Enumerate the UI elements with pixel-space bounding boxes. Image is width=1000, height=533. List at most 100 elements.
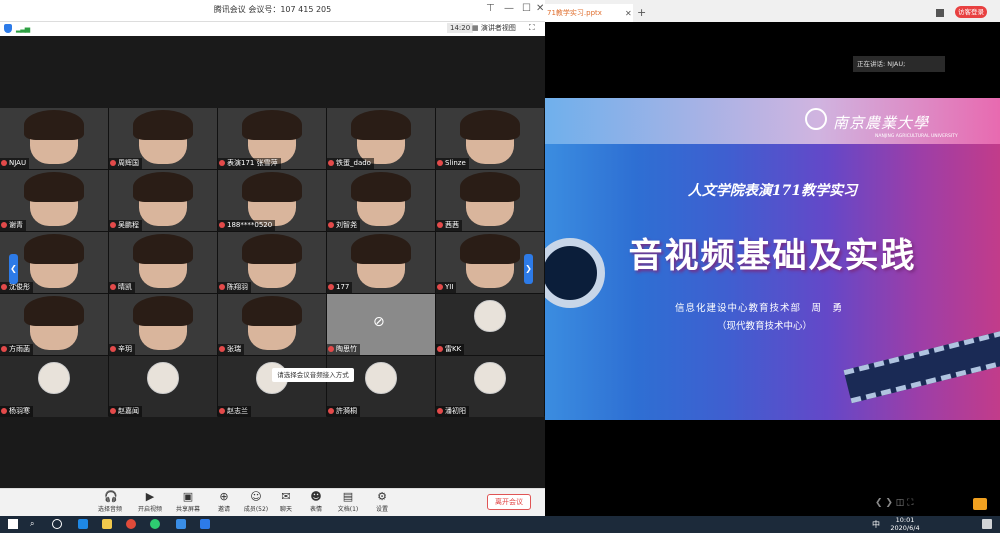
edge-icon[interactable]: [78, 519, 88, 529]
system-clock[interactable]: 10:01 2020/6/4: [888, 516, 922, 532]
meeting-window: 腾讯会议 会议号：107 415 205 ⊤ — ☐ ✕ ▂▃▅ 14:20 ▦…: [0, 0, 545, 516]
toolbar-button[interactable]: ☻ 表情: [298, 491, 334, 514]
clock-time: 10:01: [895, 516, 915, 524]
participant-tile[interactable]: 188****0520: [218, 170, 326, 231]
participant-video: [242, 110, 302, 140]
fullscreen-icon[interactable]: ⛶: [529, 23, 535, 33]
participant-tile[interactable]: 辛玥: [109, 294, 217, 355]
search-icon[interactable]: ⌕: [30, 519, 40, 529]
meeting-info-bar: ▂▃▅ 14:20 ▦ 演讲者视图 ⛶: [0, 22, 545, 36]
tencent-meeting-icon[interactable]: [200, 519, 210, 529]
input-method-indicator[interactable]: 中: [872, 519, 880, 530]
store-icon[interactable]: [176, 519, 186, 529]
maximize-icon[interactable]: ☐: [522, 3, 531, 14]
participant-tile[interactable]: 陈翔羽: [218, 232, 326, 293]
participant-name: 赵嘉闻: [109, 406, 142, 417]
toolbar-button[interactable]: ▤ 文档(1): [330, 491, 366, 514]
toolbar-button-label: 表情: [309, 506, 322, 513]
participant-name-text: NJAU: [9, 159, 27, 167]
participant-tile[interactable]: Slinze: [436, 108, 544, 169]
mic-muted-icon: [219, 160, 225, 166]
participant-name-text: 晴凯: [118, 283, 132, 291]
login-button[interactable]: 访客登录: [955, 6, 987, 18]
toolbar-button-label: 成员(52): [243, 506, 269, 513]
toolbar-button-label: 共享屏幕: [175, 506, 200, 513]
toolbar-button[interactable]: ▶ 开启视频: [132, 491, 168, 514]
mic-muted-icon: [219, 222, 225, 228]
windows-start-icon[interactable]: [8, 519, 18, 529]
tab-close-icon[interactable]: ✕: [625, 9, 632, 18]
participant-name-text: 許漪桐: [336, 407, 357, 415]
mic-muted-icon: [328, 408, 334, 414]
participant-tile[interactable]: NJAU: [0, 108, 108, 169]
participant-tile[interactable]: 刘智尧: [327, 170, 435, 231]
participant-name: Slinze: [436, 158, 469, 169]
participant-tile[interactable]: 铁蛋_dado: [327, 108, 435, 169]
ppt-tab[interactable]: 71教学实习.pptx: [545, 4, 633, 22]
mic-muted-icon: [328, 160, 334, 166]
participant-name-text: 陶思竹: [336, 345, 357, 353]
new-tab-icon[interactable]: +: [637, 6, 646, 19]
settings-icon: ⚙: [377, 490, 387, 503]
shield-icon[interactable]: [4, 24, 12, 33]
slide-department: 信息化建设中心教育技术部 周 勇: [675, 303, 844, 314]
participant-name: 許漪桐: [327, 406, 360, 417]
chrome-icon[interactable]: [126, 519, 136, 529]
participant-tile[interactable]: 周辉国: [109, 108, 217, 169]
leave-meeting-button[interactable]: 离开会议: [487, 494, 531, 510]
participant-video: [24, 172, 84, 202]
participant-tile[interactable]: 张瑞: [218, 294, 326, 355]
mic-muted-icon: [1, 408, 7, 414]
task-view-icon[interactable]: [52, 519, 62, 529]
mic-muted-icon: [1, 346, 7, 352]
participant-name: 茜茜: [436, 220, 462, 231]
participant-avatar: [38, 362, 70, 394]
participant-name: 表演171 张雪萍: [218, 158, 281, 169]
window-icon[interactable]: [936, 9, 944, 17]
slide-department-sub: （现代教育技术中心）: [717, 321, 813, 332]
pin-icon[interactable]: ⊤: [486, 3, 495, 14]
toolbar-button[interactable]: ▣ 共享屏幕: [170, 490, 206, 514]
toolbar-button[interactable]: 🎧 选择音频: [92, 491, 128, 514]
participant-tile[interactable]: 茜茜: [436, 170, 544, 231]
close-icon[interactable]: ✕: [536, 3, 544, 14]
prev-page-arrow-icon[interactable]: ❮: [9, 254, 18, 284]
participant-tile[interactable]: 潘初阳: [436, 356, 544, 417]
participant-name-text: YII: [445, 283, 454, 291]
next-page-arrow-icon[interactable]: ❯: [524, 254, 533, 284]
participant-name: YII: [436, 282, 457, 293]
participant-tile[interactable]: 晴凯: [109, 232, 217, 293]
minimize-icon[interactable]: —: [504, 3, 514, 14]
meeting-title-bar: 腾讯会议 会议号：107 415 205 ⊤ — ☐ ✕: [0, 0, 545, 22]
participant-tile[interactable]: 表演171 张雪萍: [218, 108, 326, 169]
participant-tile[interactable]: 吴鹏程: [109, 170, 217, 231]
meeting-title: 腾讯会议 会议号：107 415 205: [213, 5, 332, 14]
slide-nav-controls[interactable]: ❮ ❯ ◫ ⛶: [875, 498, 913, 508]
ppt-app-icon[interactable]: [973, 498, 987, 510]
mic-muted-icon: [328, 222, 334, 228]
toolbar-button[interactable]: ⊕ 邀请: [206, 491, 242, 514]
school-name: 南京農業大學: [833, 114, 930, 132]
signal-icon[interactable]: ▂▃▅: [16, 25, 30, 33]
mic-muted-icon: [1, 284, 7, 290]
participant-tile[interactable]: 赵志兰: [218, 356, 326, 417]
participant-tile[interactable]: 177: [327, 232, 435, 293]
participant-tile[interactable]: 方雨菡: [0, 294, 108, 355]
toolbar-button[interactable]: ⚙ 设置: [364, 490, 400, 514]
participant-tile[interactable]: 雷KK: [436, 294, 544, 355]
participant-tile[interactable]: ⊘ 陶思竹: [327, 294, 435, 355]
notification-icon[interactable]: [982, 519, 992, 529]
participant-name-text: 刘智尧: [336, 221, 357, 229]
participant-video: [24, 296, 84, 326]
participant-tile[interactable]: 許漪桐: [327, 356, 435, 417]
participant-name-text: 沈俊彤: [9, 283, 30, 291]
participant-tile[interactable]: 谢青: [0, 170, 108, 231]
participant-tile[interactable]: 杨羽寒: [0, 356, 108, 417]
wechat-icon[interactable]: [150, 519, 160, 529]
speaker-view-button[interactable]: ▦ 演讲者视图: [472, 23, 516, 33]
share-screen-icon: ▣: [182, 490, 194, 503]
participant-tile[interactable]: 赵嘉闻: [109, 356, 217, 417]
folder-icon[interactable]: [102, 519, 112, 529]
windows-taskbar: ⌕ 中 10:01 2020/6/4: [0, 516, 1000, 533]
mic-muted-icon: [1, 222, 7, 228]
